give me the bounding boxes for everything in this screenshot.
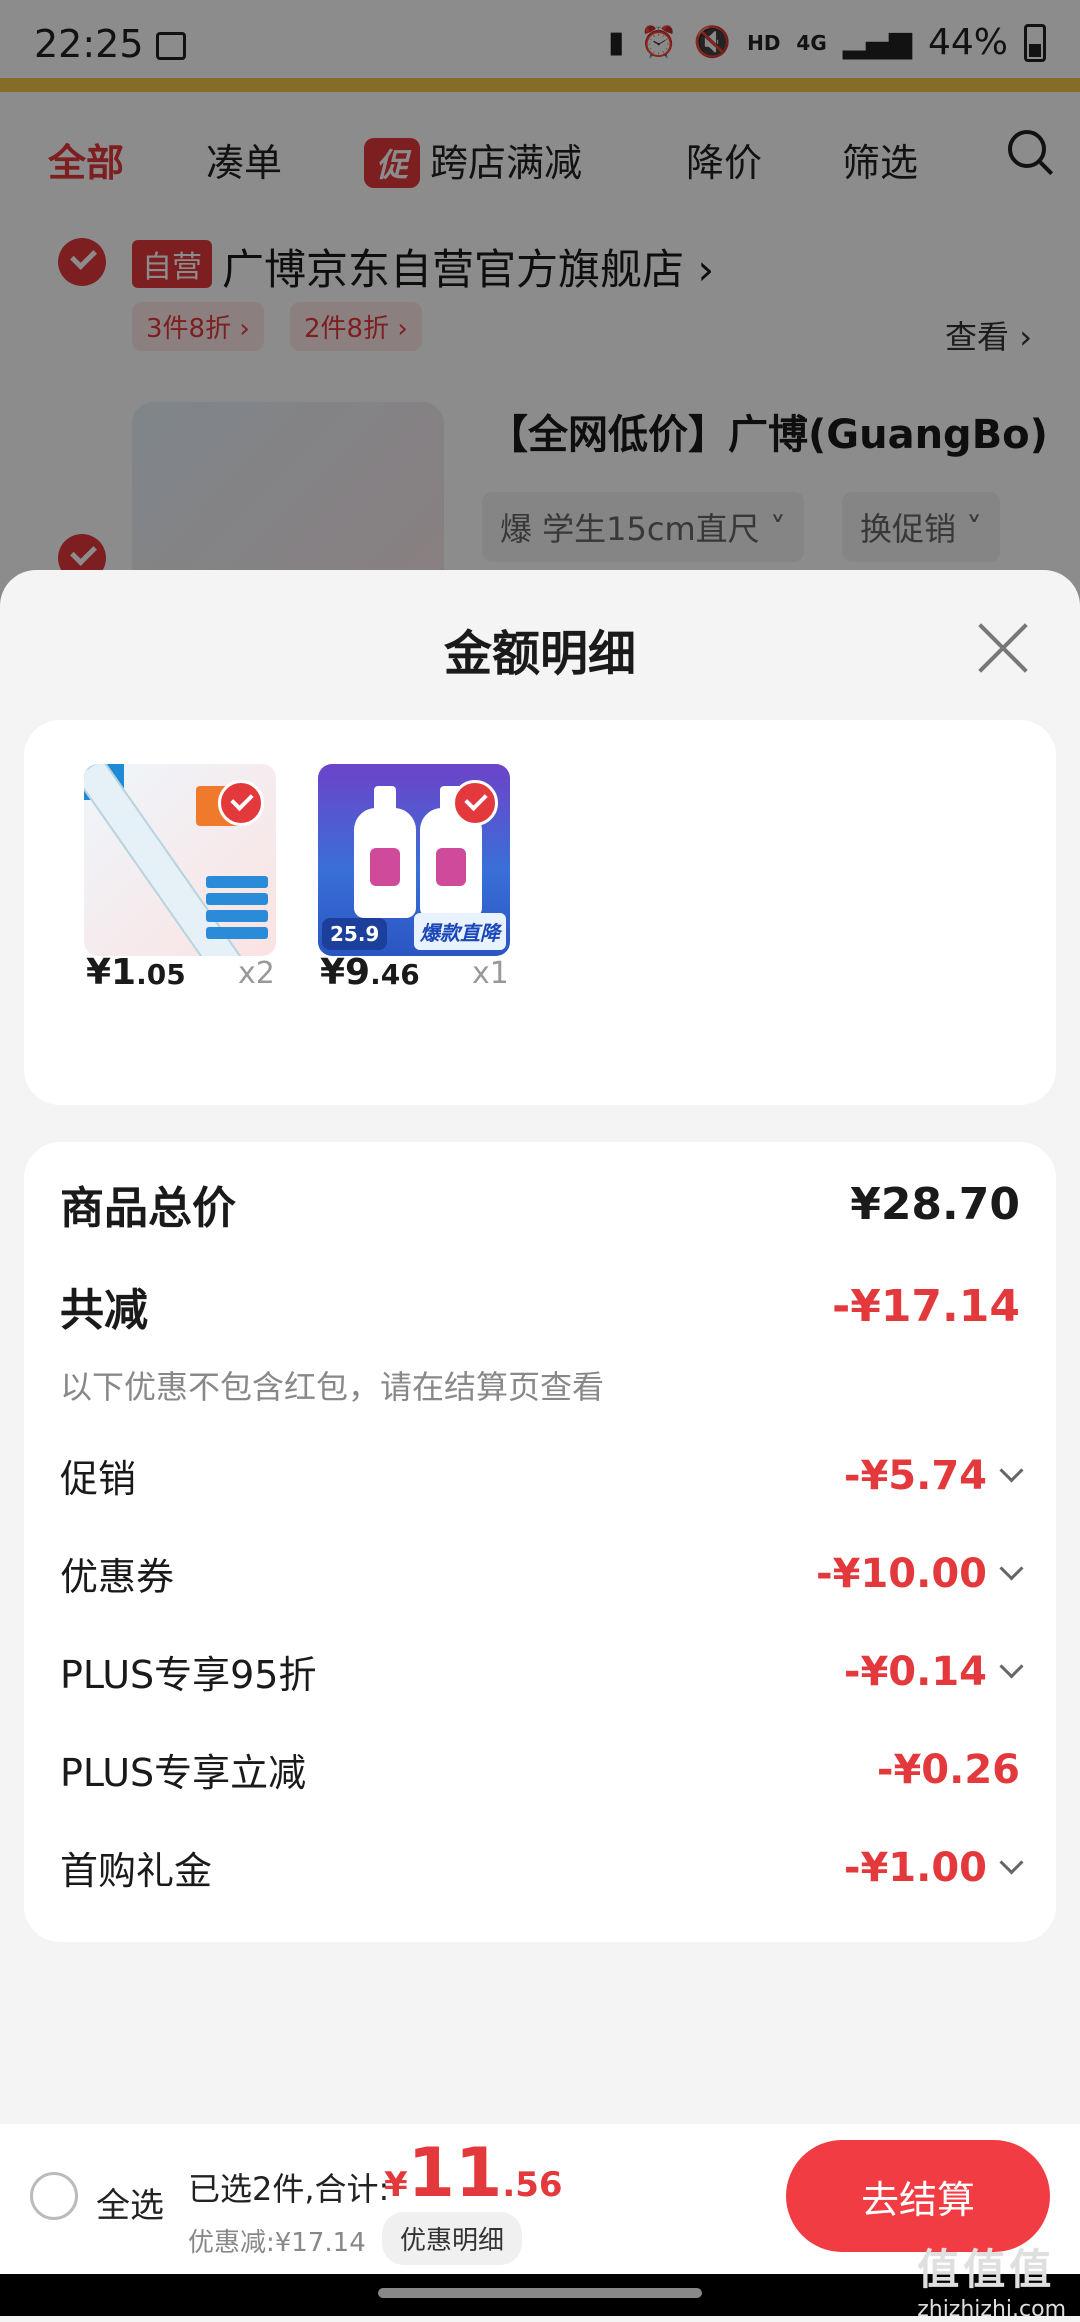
sheet-title: 金额明细 xyxy=(443,626,636,682)
image-price-tag: 25.9 xyxy=(322,918,388,950)
goods-total-value: ¥28.70 xyxy=(850,1178,1020,1230)
watermark-url: zhizhizhi.com xyxy=(917,2297,1066,2322)
discount-value: -¥1.00 xyxy=(844,1845,1024,1891)
watermark: 值值值 zhizhizhi.com xyxy=(917,2236,1066,2322)
discount-summary: 优惠减:¥17.14 xyxy=(188,2228,366,2258)
item-check-icon[interactable] xyxy=(218,780,264,826)
red-packet-note: 以下优惠不包含红包，请在结算页查看 xyxy=(60,1368,605,1406)
discount-label: 优惠券 xyxy=(60,1555,175,1599)
item-price: ¥9.46 xyxy=(320,952,420,993)
amount-detail-sheet: 金额明细 ¥1.05 x2 25.9 爆款直降 ¥9.46 x1 商品总价 ¥2… xyxy=(0,570,1080,2126)
discount-label: PLUS专享立减 xyxy=(60,1751,307,1795)
discount-value: -¥5.74 xyxy=(844,1453,1024,1499)
selected-items-card: ¥1.05 x2 25.9 爆款直降 ¥9.46 x1 xyxy=(24,720,1056,1105)
select-all-label[interactable]: 全选 xyxy=(96,2178,164,2227)
chevron-down-icon xyxy=(999,1654,1024,1679)
watermark-logo: 值值值 xyxy=(917,2245,1056,2294)
discount-label: PLUS专享95折 xyxy=(60,1653,317,1697)
discount-value: -¥10.00 xyxy=(816,1551,1024,1597)
discount-label: 促销 xyxy=(60,1457,137,1501)
goods-total-row: 商品总价 ¥28.70 xyxy=(60,1172,1020,1236)
discount-value: -¥0.26 xyxy=(876,1746,1020,1793)
select-all-radio[interactable] xyxy=(30,2172,78,2220)
item-qty: x2 xyxy=(238,956,275,991)
item-ruler[interactable] xyxy=(84,764,276,956)
image-banner: 爆款直降 xyxy=(414,913,506,950)
total-reduce-label: 共减 xyxy=(60,1285,148,1336)
discount-label: 首购礼金 xyxy=(60,1849,213,1893)
chevron-down-icon xyxy=(999,1458,1024,1483)
total-price: ¥11.56 xyxy=(384,2134,563,2213)
discount-detail-button[interactable]: 优惠明细 xyxy=(382,2212,523,2265)
discount-row-plus-reduce: PLUS专享立减 -¥0.26 xyxy=(60,1742,1020,1797)
nozzle-icon xyxy=(374,786,396,816)
item-image xyxy=(84,764,276,956)
discount-value: -¥0.14 xyxy=(844,1649,1024,1695)
feature-list-icon xyxy=(206,876,268,946)
discount-row-plus95[interactable]: PLUS专享95折 -¥0.14 xyxy=(60,1644,1024,1699)
chevron-down-icon xyxy=(999,1556,1024,1581)
item-spray[interactable]: 25.9 爆款直降 xyxy=(318,764,510,956)
total-reduce-row: 共减 -¥17.14 xyxy=(60,1274,1020,1338)
goods-total-label: 商品总价 xyxy=(60,1183,236,1234)
discount-row-first-gift[interactable]: 首购礼金 -¥1.00 xyxy=(60,1840,1024,1895)
selected-count: 已选2件,合计: xyxy=(188,2170,390,2208)
item-price: ¥1.05 xyxy=(86,952,186,993)
amount-summary-card: 商品总价 ¥28.70 共减 -¥17.14 以下优惠不包含红包，请在结算页查看… xyxy=(24,1142,1056,1942)
discount-row-coupon[interactable]: 优惠券 -¥10.00 xyxy=(60,1546,1024,1601)
close-icon[interactable] xyxy=(974,620,1030,676)
item-check-icon[interactable] xyxy=(452,780,498,826)
total-reduce-value: -¥17.14 xyxy=(831,1280,1020,1332)
discount-row-promo[interactable]: 促销 -¥5.74 xyxy=(60,1448,1024,1503)
chevron-down-icon xyxy=(999,1850,1024,1875)
item-qty: x1 xyxy=(472,956,509,991)
item-image: 25.9 爆款直降 xyxy=(318,764,510,956)
home-bar[interactable] xyxy=(378,2288,702,2298)
bottle-icon xyxy=(354,808,416,918)
